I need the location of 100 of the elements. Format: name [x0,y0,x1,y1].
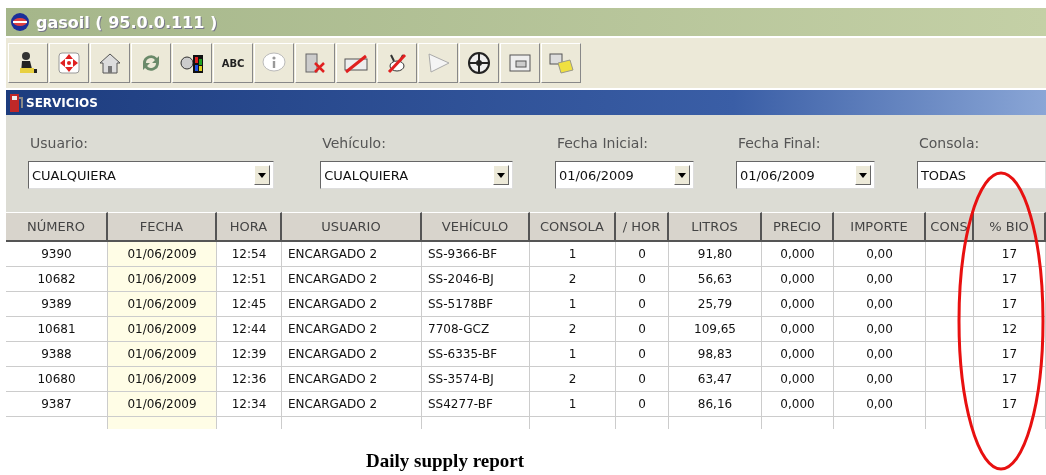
column-header[interactable]: PRECIO [762,212,834,242]
table-cell: 01/06/2009 [108,392,217,417]
table-cell: 12:44 [217,317,282,342]
table-cell: 12:34 [217,392,282,417]
app-logo-icon [10,12,30,32]
table-cell: 17 [974,292,1046,317]
table-cell: 2 [530,367,616,392]
table-cell: 0,00 [834,392,926,417]
table-cell: 0,000 [762,392,834,417]
filter-label: Vehículo: [321,135,387,151]
table-cell [926,292,974,317]
table-cell [926,317,974,342]
column-header[interactable]: FECHA [108,212,217,242]
toolbar-button[interactable] [459,43,499,83]
section-title: SERVICIOS [26,95,98,110]
column-header[interactable]: % BIO [974,212,1046,242]
table-cell: 63,47 [669,367,762,392]
table-cell: 0 [616,242,669,267]
table-cell: 17 [974,242,1046,267]
column-header[interactable]: USUARIO [282,212,422,242]
table-cell: 0,00 [834,267,926,292]
table-cell: 12:39 [217,342,282,367]
table-cell: 0 [616,292,669,317]
table-cell: 2 [530,267,616,292]
table-cell: 0,000 [762,317,834,342]
table-cell: ENCARGADO 2 [282,267,422,292]
table-cell: 17 [974,342,1046,367]
table-cell: ENCARGADO 2 [282,242,422,267]
person-icon [17,51,39,75]
computer-delete-icon [303,51,327,75]
table-cell: SS-3574-BJ [422,367,530,392]
table-cell: 0,000 [762,292,834,317]
triangle-icon [425,51,451,75]
table-cell: 01/06/2009 [108,242,217,267]
animal-crossed-icon [385,51,409,75]
dropdown-field[interactable]: CUALQUIERA [28,161,275,189]
table-cell: ENCARGADO 2 [282,342,422,367]
table-cell: 0,00 [834,292,926,317]
table-cell: 01/06/2009 [108,367,217,392]
column-header[interactable]: / HOR [616,212,669,242]
move-arrows-icon [57,51,81,75]
column-header[interactable]: CONS [926,212,974,242]
column-header[interactable]: NÚMERO [6,212,108,242]
table-cell: 01/06/2009 [108,317,217,342]
table-cell: SS-5178BF [422,292,530,317]
column-header[interactable]: LITROS [669,212,762,242]
table-cell: SS-2046-BJ [422,267,530,292]
table-cell [926,367,974,392]
filter-label: Usuario: [29,135,89,151]
figure-caption: Daily supply report [366,451,525,471]
table-cell: 0,000 [762,342,834,367]
table-cell: 0 [616,367,669,392]
toolbar-button[interactable] [8,43,48,83]
toolbar-button[interactable]: ABC [213,43,253,83]
table-cell: 2 [530,317,616,342]
filter-label: Fecha Inicial: [555,135,650,151]
table-cell: 0,00 [834,242,926,267]
table-cell: 01/06/2009 [108,267,217,292]
table-cell: 01/06/2009 [108,342,217,367]
table-cell [926,267,974,292]
table-cell: ENCARGADO 2 [282,367,422,392]
table-cell: 0,000 [762,267,834,292]
dropdown-field[interactable]: 01/06/2009 [554,161,694,189]
table-cell: 12:51 [217,267,282,292]
column-header[interactable]: VEHÍCULO [422,212,530,242]
table-cell [926,242,974,267]
filter-label: Fecha Final: [736,135,822,151]
table-cell: 01/06/2009 [108,292,217,317]
table-cell: 1 [530,392,616,417]
table-cell: 17 [974,267,1046,292]
column-header[interactable]: CONSOLA [530,212,616,242]
table-cell: 25,79 [669,292,762,317]
table-cell: 17 [974,367,1046,392]
table-cell: 0,00 [834,342,926,367]
column-header[interactable]: IMPORTE [834,212,926,242]
table-cell: 98,83 [669,342,762,367]
info-icon [261,51,287,75]
column-header[interactable]: HORA [217,212,282,242]
dropdown-field[interactable]: CUALQUIERA [320,161,513,189]
table-cell: 0 [616,317,669,342]
table-cell: 1 [530,292,616,317]
table-cell: 0 [616,392,669,417]
table-cell: 86,16 [669,392,762,417]
table-cell: 0 [616,342,669,367]
table-cell [926,342,974,367]
table-cell: 17 [974,392,1046,417]
table-cell: 0,00 [834,367,926,392]
table-cell: 109,65 [669,317,762,342]
table-cell: 91,80 [669,242,762,267]
dropdown-field[interactable]: TODAS [916,161,1046,189]
toolbar-button[interactable] [172,43,212,83]
table-cell: 0 [616,267,669,292]
table-cell: ENCARGADO 2 [282,292,422,317]
table-cell: SS-6335-BF [422,342,530,367]
table-cell: SS4277-BF [422,392,530,417]
table-cell: SS-9366-BF [422,242,530,267]
notes-icon [548,51,574,75]
house-icon [98,51,122,75]
dropdown-field[interactable]: 01/06/2009 [735,161,875,189]
table-cell: 12 [974,317,1046,342]
